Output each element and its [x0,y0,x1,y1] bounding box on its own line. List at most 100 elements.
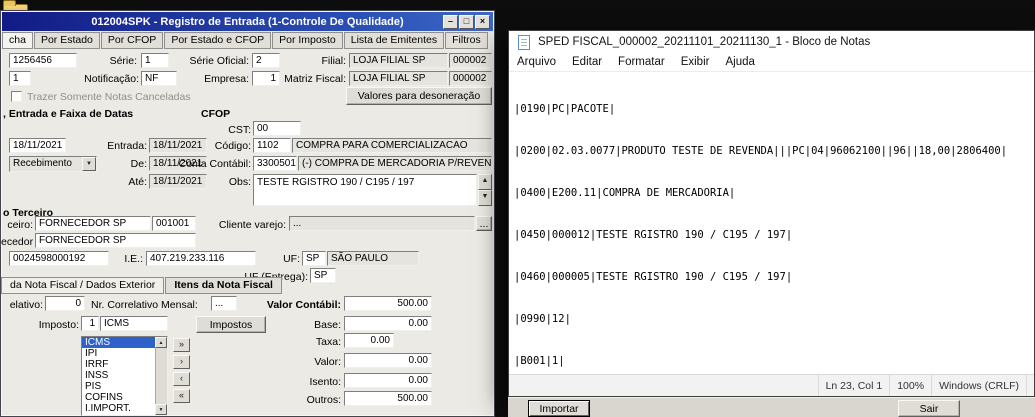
move-left-icon[interactable]: ‹ [173,372,190,386]
empresa-field[interactable]: 1 [252,71,280,86]
sair-button[interactable]: Sair [898,400,960,417]
serie-label: Série: [109,55,137,67]
uf-field[interactable]: SP [302,251,326,266]
valor-field[interactable]: 0.00 [344,353,432,368]
serie-oficial-field[interactable]: 2 [252,53,280,68]
ate-field[interactable]: 18/11/2021 [149,174,207,189]
chevron-down-icon[interactable]: ▼ [82,157,96,171]
cliente-varejo-field[interactable]: ... [289,216,475,231]
filial-code-field[interactable]: 000002 [449,53,492,68]
correlativo-mensal-label: Nr. Correlativo Mensal: [91,299,198,311]
scroll-down-icon[interactable]: ▼ [478,190,492,206]
sped-line: |0400|E200.11|COMPRA DE MERCADORIA| [514,187,736,199]
ie-label: I.E.: [124,253,143,265]
filial-label: Filial: [321,55,346,67]
minimize-icon[interactable]: – [443,15,458,29]
browse-button[interactable]: ... [476,216,492,231]
obs-label: Obs: [228,176,251,188]
via-field[interactable]: 1 [9,71,31,86]
move-right-icon[interactable]: › [173,355,190,369]
imposto-nome-field[interactable]: ICMS [100,316,168,331]
nf-tab-strip: da Nota Fiscal / Dados Exterior Itens da… [1,277,282,294]
tab-lista-de-emitentes[interactable]: Lista de Emitentes [343,32,445,49]
filial-field[interactable]: LOJA FILIAL SP [349,53,448,68]
sped-line: |0190|PC|PACOTE| [514,103,616,115]
maximize-icon[interactable]: □ [459,15,474,29]
menu-arquivo[interactable]: Arquivo [509,56,564,68]
menu-exibir[interactable]: Exibir [673,56,718,68]
sped-line: |0200|02.03.0077|PRODUTO TESTE DE REVEND… [514,145,1008,157]
entrada-field[interactable]: 18/11/2021 [149,138,207,153]
conta-contabil-field[interactable]: 3300501 [253,156,297,171]
menu-editar[interactable]: Editar [564,56,610,68]
statusbar-spacer [509,375,818,396]
menu-formatar[interactable]: Formatar [610,56,673,68]
correlativo-mensal-field[interactable]: ... [211,296,237,311]
move-left-all-icon[interactable]: « [173,389,190,403]
correlativo-field[interactable]: 0 [45,296,85,311]
tipo-dropdown-value: Recebimento [13,158,72,169]
tab-por-estado-e-cfop[interactable]: Por Estado e CFOP [164,32,272,49]
listbox-scrollbar[interactable]: ▲ ▼ [155,337,167,415]
notificacao-field[interactable]: NF [141,71,177,86]
nf-number-field[interactable]: 1256456 [9,53,77,68]
desoneracao-button[interactable]: Valores para desoneração [346,87,492,105]
tab-filtros[interactable]: Filtros [445,32,488,49]
close-icon[interactable]: × [475,15,490,29]
base-field[interactable]: 0.00 [344,316,432,331]
canceladas-checkbox-label: Trazer Somente Notas Canceladas [27,91,191,103]
tab-itens-nota-fiscal[interactable]: Itens da Nota Fiscal [165,277,282,294]
taxa-label: Taxa: [315,336,341,348]
canceladas-checkbox[interactable] [11,91,22,102]
ate-label: Até: [128,176,147,188]
notepad-icon [518,34,530,50]
cursor-position: Ln 23, Col 1 [817,375,890,396]
entrada-label: Entrada: [107,140,147,152]
obs-field[interactable]: TESTE RGISTRO 190 / C195 / 197 [253,174,477,206]
terceiro-codigo-field[interactable]: 001001 [152,216,196,231]
cnpj-field[interactable]: 0024598000192 [9,251,109,266]
erp-window-title: 012004SPK - Registro de Entrada (1-Contr… [91,15,404,28]
menu-ajuda[interactable]: Ajuda [717,56,762,68]
conta-contabil-desc-field: (-) COMPRA DE MERCADORIA P/REVENDA [298,156,492,171]
codigo-field[interactable]: 1102 [253,138,291,153]
imposto-listbox[interactable]: ICMS IPI IRRF INSS PIS COFINS I.IMPORT. … [81,336,168,416]
imposto-num-field[interactable]: 1 [81,316,99,331]
matriz-fiscal-code-field[interactable]: 000002 [449,71,492,86]
importar-button[interactable]: Importar [528,400,590,417]
serie-oficial-label: Série Oficial: [189,55,249,67]
tipo-dropdown[interactable]: Recebimento ▼ [9,156,97,172]
notepad-text-area[interactable]: |0190|PC|PACOTE| |0200|02.03.0077|PRODUT… [509,73,1034,374]
tab-por-estado[interactable]: Por Estado [33,32,100,49]
tab-ficha[interactable]: cha [2,32,33,49]
matriz-fiscal-field[interactable]: LOJA FILIAL SP [349,71,448,86]
tab-dados-nota-fiscal[interactable]: da Nota Fiscal / Dados Exterior [1,277,165,294]
notepad-titlebar[interactable]: SPED FISCAL_000002_20211101_20211130_1 -… [509,31,1034,53]
statusbar-end-cell [1026,375,1034,396]
zoom-level: 100% [889,375,931,396]
tab-por-cfop[interactable]: Por CFOP [100,32,164,49]
fornecedor-field[interactable]: FORNECEDOR SP [35,233,196,248]
background-dialog-strip: Importar Sair [508,397,1035,417]
isento-field[interactable]: 0.00 [344,373,432,388]
scroll-up-icon[interactable]: ▲ [478,174,492,190]
outros-field[interactable]: 500.00 [344,391,432,406]
move-right-all-icon[interactable]: » [173,338,190,352]
emissao-field[interactable]: 18/11/2021 [9,138,66,153]
scroll-up-icon[interactable]: ▲ [155,337,167,348]
ie-field[interactable]: 407.219.233.116 [146,251,256,266]
fornecedor-label: ecedor: [1,236,33,248]
uf-entrega-field[interactable]: SP [310,268,336,283]
scroll-down-icon[interactable]: ▼ [155,404,167,415]
cst-field[interactable]: 00 [253,121,301,136]
tab-por-imposto[interactable]: Por Imposto [272,32,343,49]
taxa-field[interactable]: 0.00 [344,333,394,348]
impostos-button[interactable]: Impostos [196,316,266,333]
datas-section-title: , Entrada e Faixa de Datas [3,108,134,120]
valor-contabil-field[interactable]: 500.00 [344,296,432,311]
terceiro-nome-field[interactable]: FORNECEDOR SP [35,216,151,231]
serie-field[interactable]: 1 [141,53,169,68]
conta-contabil-label: Conta Contábil: [178,158,251,170]
erp-titlebar[interactable]: 012004SPK - Registro de Entrada (1-Contr… [2,12,493,31]
outros-label: Outros: [306,394,341,406]
